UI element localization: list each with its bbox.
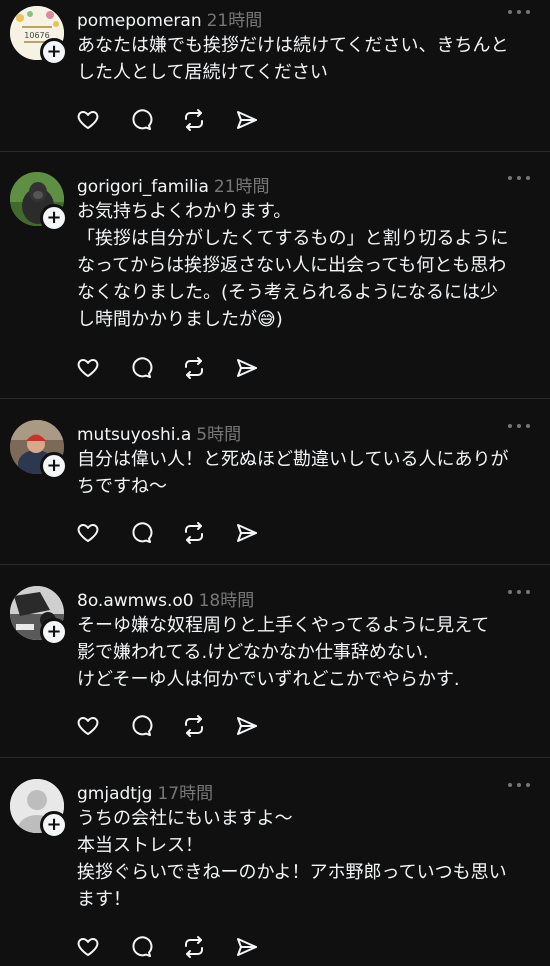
- timestamp: 18時間: [198, 591, 255, 611]
- reply-post: + 8o.awmws.o0 18時間 そーゆ嫌な奴程周りと上手くやってるように見…: [0, 580, 550, 757]
- share-icon[interactable]: [234, 934, 260, 960]
- username[interactable]: mutsuyoshi.a: [77, 425, 191, 445]
- follow-plus-icon[interactable]: +: [40, 38, 68, 66]
- timestamp: 17時間: [157, 784, 214, 804]
- reply-post: + mutsuyoshi.a 5時間 自分は偉い人！と死ぬほど勘違いしている人に…: [0, 414, 550, 564]
- divider: [0, 398, 550, 399]
- heart-icon[interactable]: [75, 355, 101, 381]
- action-bar: [75, 934, 287, 960]
- post-text: 自分は偉い人！と死ぬほど勘違いしている人にありが ちですね〜: [77, 446, 537, 500]
- timestamp: 21時間: [213, 177, 270, 197]
- post-header: 8o.awmws.o0 18時間: [77, 586, 255, 611]
- follow-plus-icon[interactable]: +: [40, 204, 68, 232]
- comment-icon[interactable]: [128, 934, 154, 960]
- post-text-line: なってからは挨拶返さない人に出会っても何とも思わ: [77, 255, 507, 276]
- heart-icon[interactable]: [75, 107, 101, 133]
- post-header: mutsuyoshi.a 5時間: [77, 420, 242, 445]
- heart-icon[interactable]: [75, 713, 101, 739]
- heart-icon[interactable]: [75, 934, 101, 960]
- post-text: お気持ちよくわかります。 「挨拶は自分がしたくてするもの」と割り切るように なっ…: [77, 198, 537, 333]
- avatar-text: 10676: [24, 31, 49, 40]
- avatar[interactable]: +: [10, 420, 68, 480]
- action-bar: [75, 713, 287, 739]
- divider: [0, 151, 550, 152]
- post-text-line: 影で嫌われてる.けどなかなか仕事辞めない.: [77, 642, 429, 663]
- reply-post: 10676 + pomepomeran 21時間 あなたは嫌でも挨拶だけは続けて…: [0, 0, 550, 152]
- heart-icon[interactable]: [75, 520, 101, 546]
- username[interactable]: pomepomeran: [77, 11, 202, 31]
- post-text-line: あなたは嫌でも挨拶だけは続けてください、きちんと: [77, 35, 509, 56]
- more-options-icon[interactable]: [508, 777, 530, 793]
- share-icon[interactable]: [234, 107, 260, 133]
- post-text-line: 「挨拶は自分がしたくてするもの」と割り切るように: [77, 228, 509, 249]
- timestamp: 21時間: [206, 11, 263, 31]
- comment-icon[interactable]: [128, 107, 154, 133]
- username[interactable]: gmjadtjg: [77, 784, 152, 804]
- post-text-line: 本当ストレス！: [77, 835, 203, 856]
- share-icon[interactable]: [234, 713, 260, 739]
- follow-plus-icon[interactable]: +: [40, 811, 68, 839]
- follow-plus-icon[interactable]: +: [40, 618, 68, 646]
- action-bar: [75, 107, 287, 133]
- post-text-line: そーゆ嫌な奴程周りと上手くやってるように見えて: [77, 615, 490, 636]
- reply-post: + gorigori_familia 21時間 お気持ちよくわかります。 「挨拶…: [0, 166, 550, 398]
- post-text-line: 挨拶ぐらいできねーのかよ！アホ野郎っていつも思い: [77, 862, 507, 883]
- divider: [0, 757, 550, 758]
- comment-icon[interactable]: [128, 520, 154, 546]
- post-text: そーゆ嫌な奴程周りと上手くやってるように見えて 影で嫌われてる.けどなかなか仕事…: [77, 612, 537, 693]
- action-bar: [75, 355, 287, 381]
- action-bar: [75, 520, 287, 546]
- avatar[interactable]: +: [10, 779, 68, 839]
- repost-icon[interactable]: [181, 934, 207, 960]
- repost-icon[interactable]: [181, 355, 207, 381]
- more-options-icon[interactable]: [508, 170, 530, 186]
- avatar[interactable]: +: [10, 172, 68, 232]
- divider: [0, 564, 550, 565]
- comment-icon[interactable]: [128, 713, 154, 739]
- more-options-icon[interactable]: [508, 418, 530, 434]
- more-options-icon[interactable]: [508, 4, 530, 20]
- post-text: うちの会社にもいますよ〜 本当ストレス！ 挨拶ぐらいできねーのかよ！アホ野郎って…: [77, 805, 537, 913]
- post-text: あなたは嫌でも挨拶だけは続けてください、きちんと した人として居続けてください: [77, 32, 537, 86]
- post-text-line: した人として居続けてください: [77, 62, 328, 83]
- post-text-line: お気持ちよくわかります。: [77, 201, 292, 222]
- threads-reply-feed: 10676 + pomepomeran 21時間 あなたは嫌でも挨拶だけは続けて…: [0, 0, 550, 966]
- follow-plus-icon[interactable]: +: [40, 452, 68, 480]
- more-options-icon[interactable]: [508, 584, 530, 600]
- post-text-line: 自分は偉い人！と死ぬほど勘違いしている人にありが: [77, 449, 509, 470]
- post-text-line: うちの会社にもいますよ〜: [77, 808, 293, 829]
- post-text-line: けどそーゆ人は何かでいずれどこかでやらかす.: [77, 669, 460, 690]
- post-text-line: し時間かかりましたが😅): [77, 309, 283, 330]
- post-text-line: なくなりました。(そう考えられるようになるには少: [77, 282, 499, 303]
- timestamp: 5時間: [196, 425, 242, 445]
- repost-icon[interactable]: [181, 520, 207, 546]
- avatar[interactable]: +: [10, 586, 68, 646]
- username[interactable]: gorigori_familia: [77, 177, 209, 197]
- share-icon[interactable]: [234, 355, 260, 381]
- post-header: gorigori_familia 21時間: [77, 172, 270, 197]
- reply-post: + gmjadtjg 17時間 うちの会社にもいますよ〜 本当ストレス！ 挨拶ぐ…: [0, 773, 550, 966]
- share-icon[interactable]: [234, 520, 260, 546]
- comment-icon[interactable]: [128, 355, 154, 381]
- post-text-line: ちですね〜: [77, 476, 167, 497]
- repost-icon[interactable]: [181, 107, 207, 133]
- post-text-line: ます！: [77, 889, 131, 910]
- repost-icon[interactable]: [181, 713, 207, 739]
- post-header: pomepomeran 21時間: [77, 6, 263, 31]
- post-header: gmjadtjg 17時間: [77, 779, 214, 804]
- avatar[interactable]: 10676 +: [10, 6, 68, 66]
- username[interactable]: 8o.awmws.o0: [77, 591, 194, 611]
